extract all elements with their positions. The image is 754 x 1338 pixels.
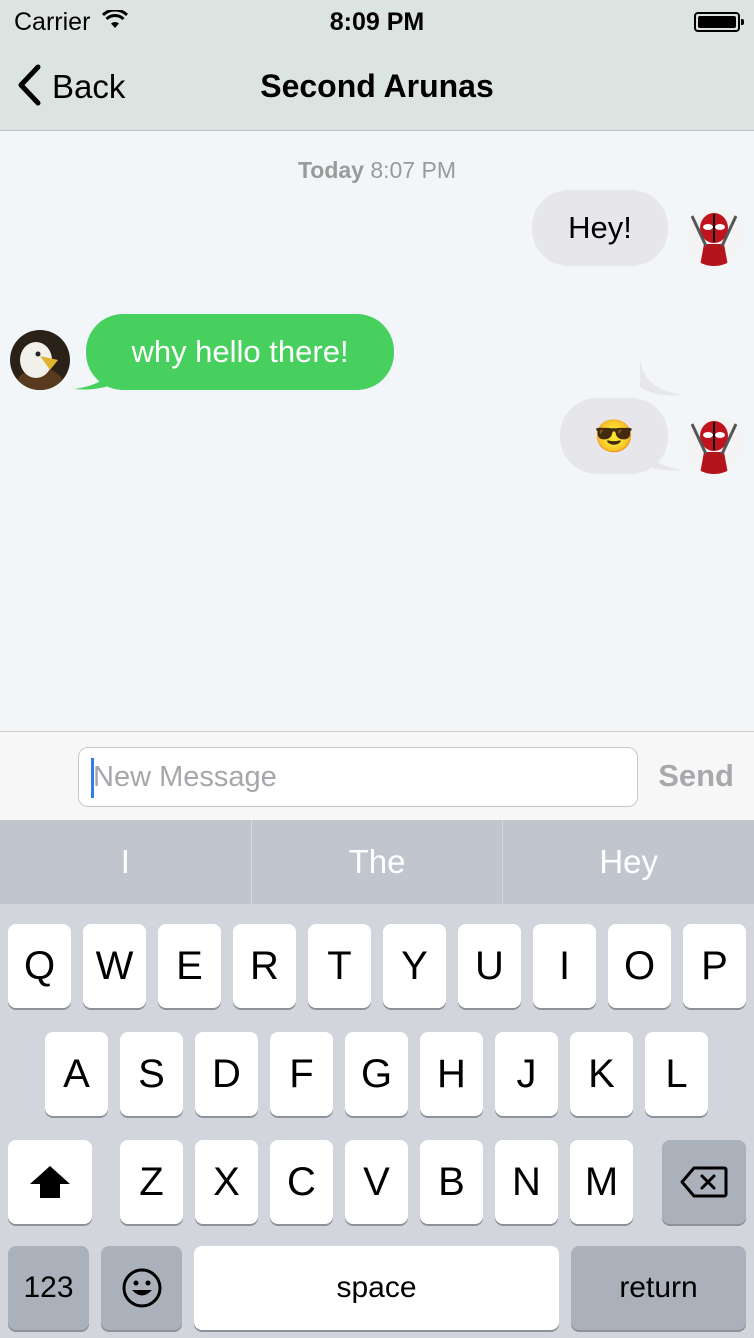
- key-x[interactable]: X: [195, 1140, 258, 1224]
- key-i[interactable]: I: [533, 924, 596, 1008]
- send-button[interactable]: Send: [658, 758, 734, 794]
- delete-key[interactable]: [662, 1140, 746, 1224]
- key-w[interactable]: W: [83, 924, 146, 1008]
- key-o[interactable]: O: [608, 924, 671, 1008]
- key-z[interactable]: Z: [120, 1140, 183, 1224]
- my-avatar[interactable]: [684, 206, 744, 266]
- deadpool-avatar-icon: [684, 206, 744, 266]
- text-cursor: [91, 758, 94, 798]
- emoji-key[interactable]: [101, 1246, 182, 1330]
- incoming-message-bubble[interactable]: why hello there!: [86, 314, 394, 390]
- message-text: Hey!: [568, 210, 632, 245]
- key-n[interactable]: N: [495, 1140, 558, 1224]
- key-t[interactable]: T: [308, 924, 371, 1008]
- numbers-key[interactable]: 123: [8, 1246, 89, 1330]
- key-g[interactable]: G: [345, 1032, 408, 1116]
- key-p[interactable]: P: [683, 924, 746, 1008]
- outgoing-message-bubble[interactable]: 😎: [560, 398, 668, 474]
- key-v[interactable]: V: [345, 1140, 408, 1224]
- message-list[interactable]: Today 8:07 PM Hey! why hello there! 😎: [0, 131, 754, 731]
- eagle-avatar-icon: [10, 330, 70, 390]
- key-e[interactable]: E: [158, 924, 221, 1008]
- key-l[interactable]: L: [645, 1032, 708, 1116]
- return-key[interactable]: return: [571, 1246, 746, 1330]
- smiley-icon: [122, 1268, 161, 1308]
- message-timestamp: Today 8:07 PM: [0, 157, 754, 184]
- timestamp-day: Today: [297, 157, 364, 183]
- shift-arrow-icon: [30, 1166, 70, 1198]
- shift-key[interactable]: [8, 1140, 92, 1224]
- deadpool-avatar-icon: [684, 414, 744, 474]
- prediction-1[interactable]: I: [0, 820, 252, 904]
- new-message-input[interactable]: [78, 747, 638, 807]
- navigation-bar: Back Second Arunas: [0, 44, 754, 131]
- key-s[interactable]: S: [120, 1032, 183, 1116]
- message-text: why hello there!: [131, 334, 349, 369]
- key-f[interactable]: F: [270, 1032, 333, 1116]
- key-r[interactable]: R: [233, 924, 296, 1008]
- key-h[interactable]: H: [420, 1032, 483, 1116]
- key-b[interactable]: B: [420, 1140, 483, 1224]
- prediction-2[interactable]: The: [252, 820, 504, 904]
- bubble-tail: [640, 361, 684, 396]
- contact-avatar[interactable]: [10, 330, 70, 390]
- keyboard: Q W E R T Y U I O P A S D F G H J K L Z …: [0, 904, 754, 1338]
- status-bar: Carrier 8:09 PM: [0, 0, 754, 44]
- composer-bar: Send: [0, 731, 754, 821]
- key-a[interactable]: A: [45, 1032, 108, 1116]
- key-j[interactable]: J: [495, 1032, 558, 1116]
- backspace-icon: [680, 1166, 728, 1198]
- outgoing-message-bubble[interactable]: Hey!: [532, 190, 668, 266]
- status-time: 8:09 PM: [329, 8, 425, 36]
- conversation-title: Second Arunas: [260, 68, 494, 104]
- key-d[interactable]: D: [195, 1032, 258, 1116]
- key-y[interactable]: Y: [383, 924, 446, 1008]
- space-key[interactable]: space: [194, 1246, 559, 1330]
- emoji-message-text: 😎: [594, 418, 634, 454]
- prediction-3[interactable]: Hey: [503, 820, 754, 904]
- predictive-text-bar: I The Hey: [0, 820, 754, 904]
- key-u[interactable]: U: [458, 924, 521, 1008]
- key-q[interactable]: Q: [8, 924, 71, 1008]
- battery-icon: [694, 12, 744, 32]
- key-k[interactable]: K: [570, 1032, 633, 1116]
- my-avatar[interactable]: [684, 414, 744, 474]
- key-c[interactable]: C: [270, 1140, 333, 1224]
- key-m[interactable]: M: [570, 1140, 633, 1224]
- timestamp-time: 8:07 PM: [370, 157, 457, 183]
